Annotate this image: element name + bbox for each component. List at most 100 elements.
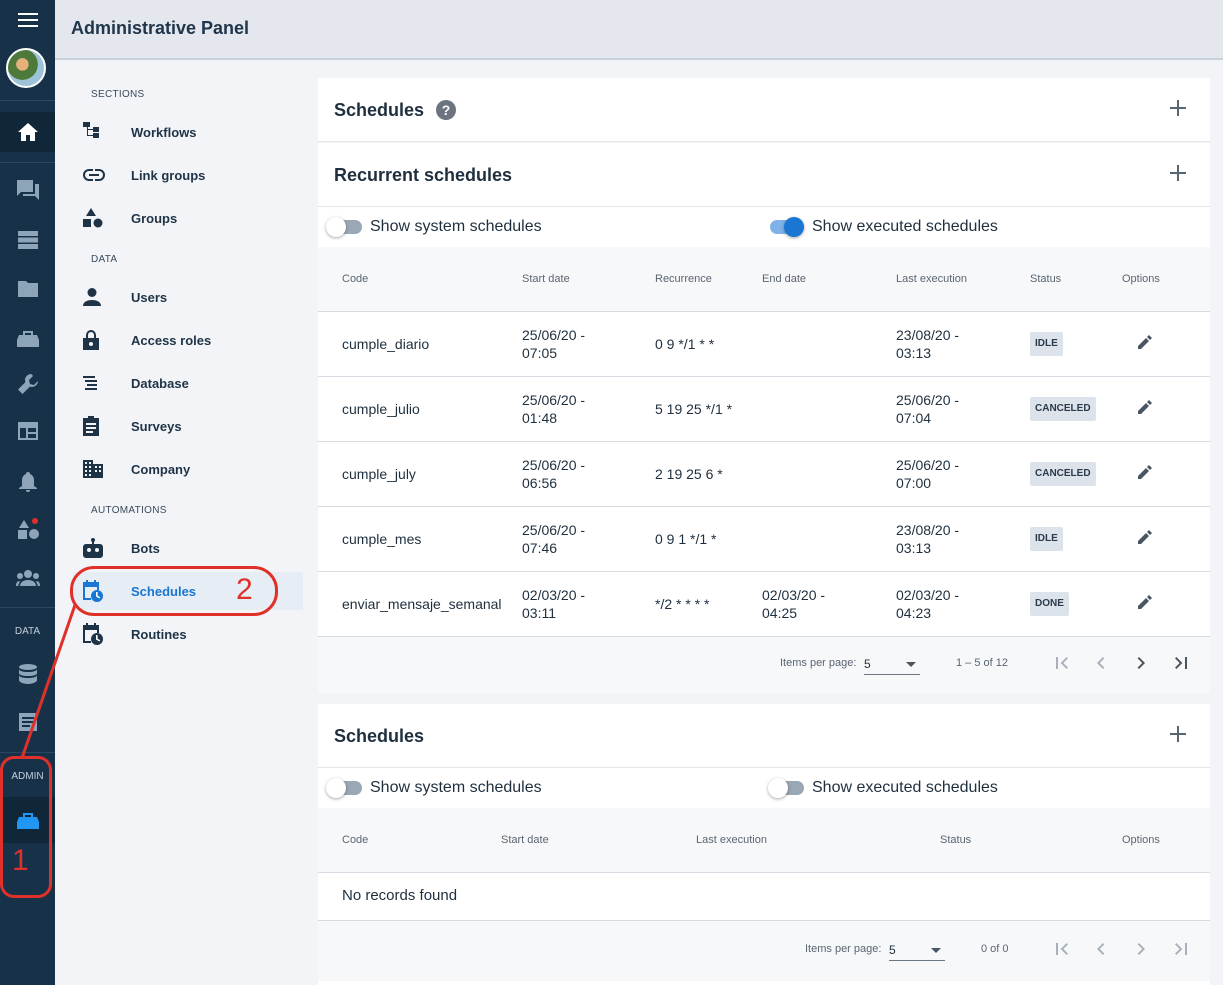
column-header[interactable]: Start date xyxy=(522,247,655,312)
previous-page-icon[interactable] xyxy=(1089,937,1113,961)
document-icon[interactable] xyxy=(0,702,55,742)
edit-icon[interactable] xyxy=(1138,464,1152,479)
clipboard-icon xyxy=(83,416,99,436)
edit-icon[interactable] xyxy=(1138,529,1152,544)
annotation-number-1: 1 xyxy=(12,844,29,877)
nav-item-database[interactable]: Database xyxy=(73,364,303,402)
toggle-switch[interactable] xyxy=(768,778,804,798)
nav-item-company[interactable]: Company xyxy=(73,450,303,488)
show-executed-toggle[interactable]: Show executed schedules xyxy=(768,217,998,237)
bell-icon[interactable] xyxy=(0,462,55,502)
edit-icon[interactable] xyxy=(1138,334,1152,349)
nav-item-link-groups[interactable]: Link groups xyxy=(73,156,303,194)
help-icon[interactable]: ? xyxy=(436,100,456,120)
rail-divider xyxy=(0,607,55,608)
nav-item-routines[interactable]: Routines xyxy=(73,615,303,653)
nav-item-access-roles[interactable]: Access roles xyxy=(73,321,303,359)
table-row[interactable]: cumple_mes 25/06/20 - 07:46 0 9 1 */1 * … xyxy=(318,506,1210,572)
link-icon xyxy=(83,169,105,181)
schedules-header-card: Schedules ? xyxy=(318,78,1210,142)
table-row[interactable]: cumple_diario 25/06/20 - 07:05 0 9 */1 *… xyxy=(318,311,1210,377)
toggle-switch[interactable] xyxy=(326,778,362,798)
wrench-icon[interactable] xyxy=(0,364,55,404)
column-header[interactable]: Code xyxy=(318,247,522,312)
column-header[interactable]: Last execution xyxy=(896,247,1030,312)
schedules-card: Schedules Show system schedules Show exe… xyxy=(318,704,1210,985)
schedules-card-title: Schedules xyxy=(334,726,425,746)
cell-last-execution: 02/03/20 - 04:23 xyxy=(896,571,1030,637)
chat-icon[interactable] xyxy=(0,170,55,210)
schedules-card-header: Schedules xyxy=(318,704,1210,768)
table-row[interactable]: cumple_july 25/06/20 - 06:56 2 19 25 6 *… xyxy=(318,441,1210,507)
nav-item-label: Bots xyxy=(131,540,160,556)
recurrent-title: Recurrent schedules xyxy=(334,165,513,185)
home-icon[interactable] xyxy=(0,112,55,152)
calendar-clock-icon xyxy=(83,623,103,645)
previous-page-icon[interactable] xyxy=(1089,651,1113,675)
layout-icon[interactable] xyxy=(0,411,55,451)
nav-sections-label: SECTIONS xyxy=(91,89,145,100)
show-executed-toggle[interactable]: Show executed schedules xyxy=(768,778,998,798)
column-header[interactable]: Code xyxy=(318,808,501,873)
add-single-schedule-icon[interactable] xyxy=(1170,726,1186,742)
page-size-select[interactable]: 5 xyxy=(889,937,945,961)
cell-recurrence: 5 19 25 */1 * xyxy=(655,376,762,442)
last-page-icon[interactable] xyxy=(1169,651,1193,675)
toggle-switch[interactable] xyxy=(326,217,362,237)
first-page-icon[interactable] xyxy=(1050,651,1074,675)
column-header[interactable]: Recurrence xyxy=(655,247,762,312)
table-row[interactable]: cumple_julio 25/06/20 - 01:48 5 19 25 */… xyxy=(318,376,1210,442)
folder-icon[interactable] xyxy=(0,269,55,309)
nav-item-label: Workflows xyxy=(131,124,197,140)
cell-status: IDLE xyxy=(1030,311,1122,377)
first-page-icon[interactable] xyxy=(1050,937,1074,961)
avatar[interactable] xyxy=(6,48,46,88)
nav-item-surveys[interactable]: Surveys xyxy=(73,407,303,445)
edit-icon[interactable] xyxy=(1138,399,1152,414)
show-system-toggle[interactable]: Show system schedules xyxy=(326,217,542,237)
toggle-label: Show system schedules xyxy=(370,218,542,235)
table-row[interactable]: enviar_mensaje_semanal 02/03/20 - 03:11 … xyxy=(318,571,1210,637)
add-recurrent-icon[interactable] xyxy=(1170,165,1186,181)
cell-recurrence: 2 19 25 6 * xyxy=(655,441,762,507)
cell-code: cumple_july xyxy=(318,441,522,507)
page-size-select[interactable]: 5 xyxy=(864,651,920,675)
nav-item-users[interactable]: Users xyxy=(73,278,303,316)
cell-options xyxy=(1122,376,1210,442)
nav-item-workflows[interactable]: Workflows xyxy=(73,113,303,151)
nav-item-label: Database xyxy=(131,375,189,391)
next-page-icon[interactable] xyxy=(1129,651,1153,675)
last-page-icon[interactable] xyxy=(1169,937,1193,961)
database-icon xyxy=(83,376,97,390)
nav-item-groups[interactable]: Groups xyxy=(73,199,303,237)
cell-end-date xyxy=(762,376,896,442)
shapes-icon xyxy=(83,208,103,228)
add-schedule-icon[interactable] xyxy=(1170,100,1186,116)
nav-item-label: Users xyxy=(131,289,168,305)
toolbox-icon[interactable] xyxy=(0,318,55,358)
toggle-label: Show system schedules xyxy=(370,779,542,796)
cell-start-date: 25/06/20 - 01:48 xyxy=(522,376,655,442)
edit-icon[interactable] xyxy=(1138,594,1152,609)
toggle-switch[interactable] xyxy=(768,217,804,237)
column-header[interactable]: End date xyxy=(762,247,896,312)
database-icon[interactable] xyxy=(0,654,55,694)
list-icon[interactable] xyxy=(0,220,55,260)
column-header[interactable]: Status xyxy=(1030,247,1122,312)
toggle-label: Show executed schedules xyxy=(812,779,998,796)
nav-item-bots[interactable]: Bots xyxy=(73,529,303,567)
column-header[interactable]: Last execution xyxy=(696,808,940,873)
people-icon[interactable] xyxy=(0,558,55,598)
show-system-toggle[interactable]: Show system schedules xyxy=(326,778,542,798)
shapes-notification-icon[interactable] xyxy=(0,509,55,549)
cell-last-execution: 25/06/20 - 07:04 xyxy=(896,376,1030,442)
next-page-icon[interactable] xyxy=(1129,937,1153,961)
nav-item-label: Company xyxy=(131,461,191,477)
column-header[interactable]: Start date xyxy=(501,808,696,873)
cell-code: cumple_mes xyxy=(318,506,522,572)
empty-message: No records found xyxy=(318,872,1210,921)
items-per-page-label: Items per page: xyxy=(805,942,882,955)
building-icon xyxy=(83,460,103,478)
hamburger-menu-icon[interactable] xyxy=(0,0,55,40)
column-header[interactable]: Status xyxy=(940,808,1122,873)
